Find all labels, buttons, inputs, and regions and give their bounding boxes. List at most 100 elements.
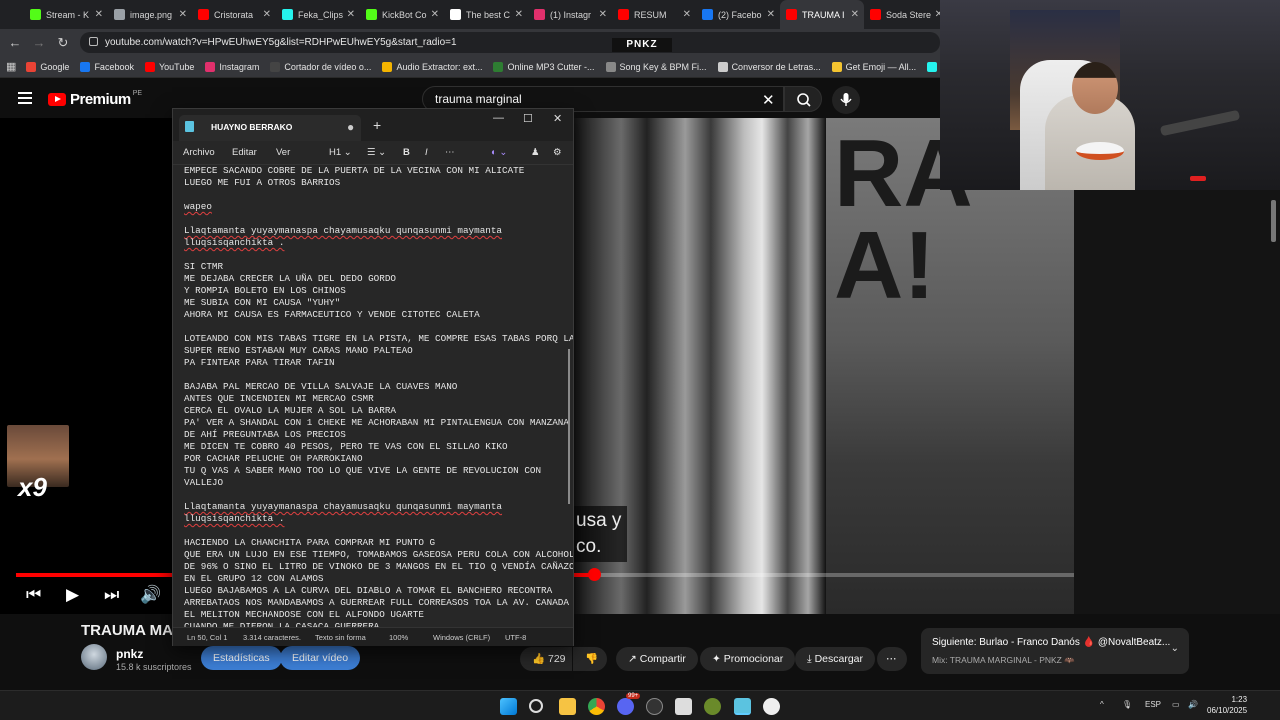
close-tab-icon[interactable]: ✕	[599, 9, 607, 20]
notepad-text-area[interactable]: EMPECE SACANDO COBRE DE LA PUERTA DE LA …	[173, 165, 573, 627]
unsaved-dot-icon[interactable]: ●	[347, 120, 354, 134]
close-tab-icon[interactable]: ✕	[767, 9, 775, 20]
microphone-icon	[840, 93, 852, 106]
keyboard-language[interactable]: ESP	[1145, 700, 1161, 709]
back-arrow-icon[interactable]: ←	[3, 35, 27, 50]
menu-ver[interactable]: Ver	[276, 147, 290, 158]
like-button[interactable]: 👍 729	[520, 647, 572, 671]
app-icon[interactable]	[675, 698, 692, 715]
maximize-icon[interactable]: ☐	[523, 112, 533, 125]
up-next-card[interactable]: Siguiente: Burlao - Franco Danós 🩸 @Nova…	[921, 628, 1189, 674]
browser-tab[interactable]: The best C ✕	[444, 0, 528, 29]
tab-title: image.png	[130, 9, 173, 20]
network-icon[interactable]: ▭	[1172, 700, 1180, 709]
play-icon[interactable]: ▶	[66, 585, 79, 605]
tray-mic-icon[interactable]: 🎙	[1122, 700, 1132, 709]
bookmark-item[interactable]: Get Emoji — All...	[831, 61, 916, 72]
close-tab-icon[interactable]: ✕	[851, 9, 859, 20]
start-windows-icon[interactable]	[500, 698, 517, 715]
menu-icon[interactable]	[18, 92, 32, 107]
dislike-button[interactable]: 👎	[573, 647, 607, 671]
browser-tab[interactable]: RESUM ✕	[612, 0, 696, 29]
menu-editar[interactable]: Editar	[232, 147, 257, 158]
bookmark-item[interactable]: Song Key & BPM Fi...	[605, 61, 707, 72]
browser-tab[interactable]: (1) Instagr ✕	[528, 0, 612, 29]
notepad-window[interactable]: HUAYNO BERRAKO ● + — ☐ ✕ Archivo Editar …	[172, 108, 574, 646]
bookmark-item[interactable]: Audio Extractor: ext...	[382, 61, 482, 72]
italic-icon[interactable]: I	[425, 147, 428, 158]
progress-scrubber[interactable]	[587, 568, 601, 581]
file-explorer-icon[interactable]	[559, 698, 576, 715]
channel-name[interactable]: pnkz	[116, 647, 143, 661]
tray-chevron-icon[interactable]: ^	[1100, 700, 1104, 709]
copilot-icon[interactable]: ◐ ⌄	[491, 147, 507, 158]
voice-search-button[interactable]	[832, 86, 860, 114]
site-info-icon[interactable]	[89, 37, 98, 46]
browser-tab[interactable]: image.png ✕	[108, 0, 192, 29]
browser-tab[interactable]: KickBot Co ✕	[360, 0, 444, 29]
notepad-taskbar-icon[interactable]	[734, 698, 751, 715]
browser-tab[interactable]: TRAUMA I ✕	[780, 0, 864, 29]
share-button[interactable]: ↗ Compartir	[616, 647, 698, 671]
search-taskbar-icon[interactable]	[529, 699, 543, 713]
bookmark-item[interactable]: Conversor de Letras...	[717, 61, 821, 72]
close-tab-icon[interactable]: ✕	[347, 9, 355, 20]
apps-grid-icon[interactable]: ▦	[6, 60, 16, 73]
address-bar[interactable]: youtube.com/watch?v=HPwEUhwEY5g&list=RDH…	[80, 32, 940, 53]
user-icon[interactable]: ♟	[531, 147, 540, 158]
more-format-icon[interactable]: ⋯	[445, 147, 455, 158]
browser-tab[interactable]: (2) Facebo ✕	[696, 0, 780, 29]
close-icon[interactable]: ✕	[553, 112, 562, 125]
more-actions-button[interactable]: ⋯	[877, 647, 907, 671]
close-tab-icon[interactable]: ✕	[179, 9, 187, 20]
bookmark-item[interactable]: Facebook	[80, 61, 134, 72]
system-clock[interactable]: 1:23 06/10/2025	[1207, 694, 1247, 716]
settings-icon[interactable]: ⚙	[553, 147, 562, 158]
close-tab-icon[interactable]: ✕	[515, 9, 523, 20]
heading-dropdown[interactable]: H1 ⌄	[329, 147, 352, 158]
webcam-person-head	[1072, 62, 1118, 114]
notepad-tab[interactable]: HUAYNO BERRAKO ●	[179, 115, 361, 141]
edit-video-button[interactable]: Editar vídeo	[280, 646, 361, 670]
speaker-icon[interactable]: 🔊	[1188, 700, 1198, 709]
bookmark-item[interactable]: Cortador de vídeo o...	[270, 61, 371, 72]
menu-archivo[interactable]: Archivo	[183, 147, 215, 158]
clear-search-icon[interactable]: ✕	[762, 91, 775, 109]
browser-tab[interactable]: Feka_Clips ✕	[276, 0, 360, 29]
minimize-icon[interactable]: —	[493, 112, 504, 124]
bold-icon[interactable]: B	[403, 147, 410, 158]
close-tab-icon[interactable]: ✕	[683, 9, 691, 20]
next-icon[interactable]: ⏭	[104, 585, 119, 605]
bookmark-item[interactable]: Instagram	[205, 61, 259, 72]
volume-icon[interactable]: 🔊	[140, 585, 161, 605]
browser-tab[interactable]: Soda Stere ✕	[864, 0, 948, 29]
obs-icon[interactable]	[646, 698, 663, 715]
xbox-app-icon[interactable]	[704, 698, 721, 715]
new-tab-icon[interactable]: +	[373, 117, 381, 133]
text-line: ME DICEN TE COBRO 40 PESOS, PERO TE VAS …	[184, 441, 508, 452]
close-tab-icon[interactable]: ✕	[431, 9, 439, 20]
download-button[interactable]: ⤓ Descargar	[795, 647, 876, 671]
reload-icon[interactable]: ↻	[51, 35, 75, 51]
stats-button[interactable]: Estadísticas	[201, 646, 282, 670]
forward-arrow-icon[interactable]: →	[27, 35, 51, 50]
page-scrollbar[interactable]	[1271, 200, 1276, 242]
channel-avatar[interactable]	[81, 644, 107, 670]
list-icon[interactable]: ☰ ⌄	[367, 147, 386, 158]
media-player-icon[interactable]	[763, 698, 780, 715]
search-button[interactable]	[784, 86, 822, 112]
browser-tab[interactable]: Cristorata ✕	[192, 0, 276, 29]
previous-icon[interactable]: ⏮	[26, 585, 41, 605]
discord-icon[interactable]	[617, 698, 634, 715]
promote-button[interactable]: ✦ Promocionar	[700, 647, 796, 671]
bookmark-item[interactable]: Online MP3 Cutter -...	[493, 61, 595, 72]
bookmark-item[interactable]: Google	[26, 61, 69, 72]
chevron-down-icon[interactable]: ⌄	[1171, 643, 1179, 654]
browser-tab[interactable]: Stream - K ✕	[24, 0, 108, 29]
youtube-premium-logo[interactable]: Premium PE	[48, 90, 142, 108]
chrome-icon[interactable]	[588, 698, 605, 715]
bookmark-item[interactable]: YouTube	[144, 61, 194, 72]
close-tab-icon[interactable]: ✕	[95, 9, 103, 20]
close-tab-icon[interactable]: ✕	[263, 9, 271, 20]
notepad-scrollbar[interactable]	[568, 349, 570, 504]
